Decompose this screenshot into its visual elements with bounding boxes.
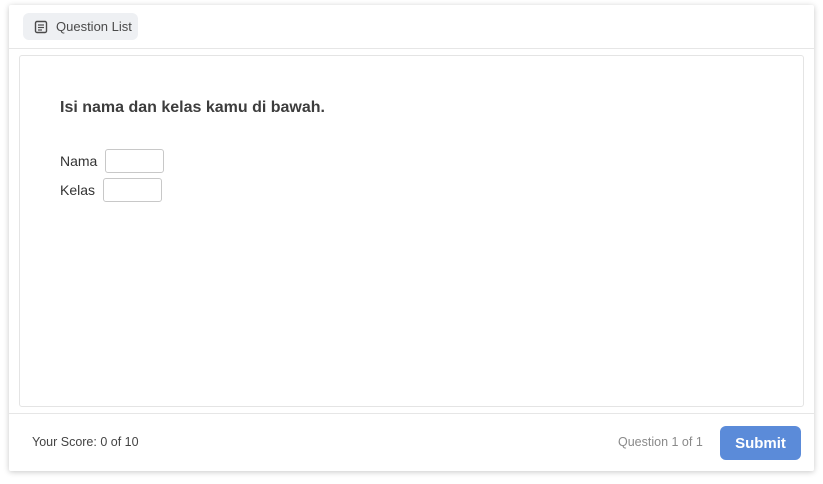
kelas-label: Kelas (60, 182, 96, 198)
quiz-card: Question List Isi nama dan kelas kamu di… (9, 5, 814, 471)
question-list-label: Question List (56, 19, 132, 34)
question-text: Isi nama dan kelas kamu di bawah. (60, 99, 325, 116)
footer-bar: Your Score: 0 of 10 Question 1 of 1 Subm… (9, 413, 814, 471)
score-text: Your Score: 0 of 10 (32, 435, 139, 449)
kelas-row: Kelas (60, 178, 163, 202)
question-panel: Isi nama dan kelas kamu di bawah. Nama K… (19, 55, 804, 407)
list-doc-icon (34, 20, 48, 34)
submit-button[interactable]: Submit (720, 426, 801, 460)
kelas-input[interactable] (103, 178, 163, 202)
nama-row: Nama (60, 149, 165, 173)
top-bar: Question List (9, 5, 814, 49)
nama-input[interactable] (105, 149, 165, 173)
question-counter: Question 1 of 1 (618, 435, 703, 449)
question-list-button[interactable]: Question List (23, 13, 138, 40)
nama-label: Nama (60, 153, 98, 169)
